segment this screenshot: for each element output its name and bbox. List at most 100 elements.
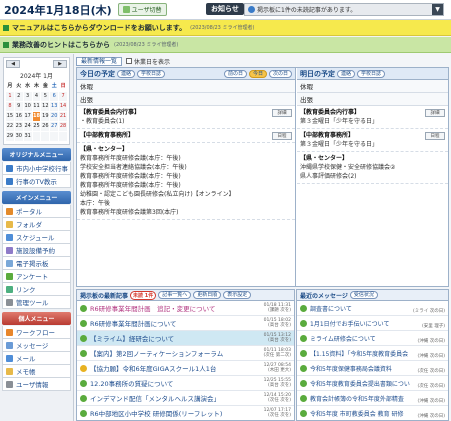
calendar-day[interactable]: 20 xyxy=(50,112,59,121)
message-row[interactable]: 調査書について (ミライ 次の日) xyxy=(297,301,448,316)
calendar-next-button[interactable]: ▶ xyxy=(53,60,67,68)
calendar-day[interactable]: 28 xyxy=(59,122,67,131)
personal-menu-item[interactable]: ユーザ情報 xyxy=(2,378,71,391)
hint-banner-text[interactable]: 業務改善のヒントはこちらから xyxy=(12,40,110,50)
calendar-day[interactable]: 14 xyxy=(59,102,67,111)
calendar-day[interactable]: 11 xyxy=(32,102,41,111)
main-menu-item[interactable]: スケジュール xyxy=(2,231,71,244)
message-title[interactable]: 【1.15資料】「今和5年度教育委員会 xyxy=(310,349,408,358)
calendar-day[interactable]: 6 xyxy=(50,92,59,101)
schedule-event[interactable]: 【教育委員会内行事】 詳細 第３金曜日「少年を守る日」 xyxy=(297,106,448,129)
main-menu-item[interactable]: 施設設備予約 xyxy=(2,244,71,257)
board-post-row[interactable]: 【案内】第2回ノーティケーションフォーラム 01/11 18:03 (次任 第二次… xyxy=(77,346,294,361)
calendar-day[interactable]: 7 xyxy=(59,92,67,101)
event-detail-button[interactable]: 詳細 xyxy=(272,109,292,117)
tab-latest[interactable]: 最新情報一覧 xyxy=(76,56,123,66)
schedule-event[interactable]: 【県・センター】 教育事務所年度研修会議(本庁：午後) 学校安全担当者連絡協議会(本… xyxy=(77,143,295,220)
today-button[interactable]: 今日 xyxy=(248,69,267,78)
board-post-row[interactable]: R6研修事業年間計画について 01/15 18:02 (高台 次を) xyxy=(77,316,294,331)
today-diary-button[interactable]: 学校日誌 xyxy=(137,69,166,78)
board-settings-button[interactable]: 表示設定 xyxy=(223,291,252,299)
message-row[interactable]: 1月1日付でお手伝いについて (安里 理子) xyxy=(297,316,448,331)
message-title[interactable]: 1月1日付でお手伝いについて xyxy=(310,319,389,328)
personal-menu-item[interactable]: メッセージ xyxy=(2,339,71,352)
hint-banner[interactable]: 業務改善のヒントはこちらから (2023/08/23 ミライ管理者) xyxy=(0,37,451,53)
schedule-event[interactable]: 【中部教育事務所】 日程 第３金曜日「少年を守る日」 xyxy=(297,129,448,152)
schedule-event[interactable]: 【県・センター】 沖縄県学校保健・安全研修協議会② 県人事評価研修会(2) xyxy=(297,152,448,184)
message-title[interactable]: 今和5年度保健事務局会議資料 xyxy=(310,364,392,373)
message-row[interactable]: 教育会計帳簿の令和5年度外部精査 (沖縄 次の日) xyxy=(297,391,448,406)
calendar-day[interactable]: 13 xyxy=(50,102,59,111)
message-title[interactable]: 調査書について xyxy=(310,304,352,313)
message-title[interactable]: 令和5年度教育委員会提出書類について xyxy=(310,379,410,388)
board-post-row[interactable]: 【ミライム】経研会について 01/15 13:12 (高台 次を) xyxy=(77,331,294,346)
original-menu-item[interactable]: 市内小中学校行事 xyxy=(2,162,71,175)
calendar-day[interactable]: 31 xyxy=(23,132,32,141)
calendar-prev-button[interactable]: ◀ xyxy=(6,60,20,68)
calendar-day[interactable]: 23 xyxy=(14,122,23,131)
event-detail-button[interactable]: 日程 xyxy=(272,132,292,140)
message-row[interactable]: 令和5年度教育委員会提出書類について (次任 次の日) xyxy=(297,376,448,391)
calendar-day[interactable]: 24 xyxy=(23,122,32,131)
calendar-day[interactable]: 5 xyxy=(41,92,50,101)
unread-badge[interactable]: 未読 1件 xyxy=(130,290,157,300)
board-post-row[interactable]: R6中部地区小中学校 研修関係(リーフレット) 12/07 17:17 (次任 次… xyxy=(77,406,294,420)
main-menu-item[interactable]: リンク xyxy=(2,283,71,296)
original-menu-item[interactable]: 行事のTV教示 xyxy=(2,175,71,188)
calendar-day[interactable]: 22 xyxy=(6,122,14,131)
post-title[interactable]: 【協力願】令和6年度GIGAスクール1人1台 xyxy=(90,363,216,373)
message-row[interactable]: ミライム研修会について (沖縄 次の日) xyxy=(297,331,448,346)
post-title[interactable]: R6研修事業年間計画 追記・変更について xyxy=(90,303,215,313)
notice-select[interactable]: 掲示板に1件の未読記事があります。 ▼ xyxy=(244,3,444,16)
holiday-checkbox[interactable]: 休業日を表示 xyxy=(126,57,170,66)
calendar-day[interactable]: 26 xyxy=(41,122,50,131)
board-list-button[interactable]: 記事一覧へ xyxy=(158,291,192,299)
calendar-day[interactable]: 18 xyxy=(32,112,41,121)
message-title[interactable]: 令和5年度 市町教委員会 教育 研修 xyxy=(310,409,404,418)
tomorrow-diary-button[interactable]: 学校日誌 xyxy=(357,69,386,78)
calendar-day[interactable]: 10 xyxy=(23,102,32,111)
calendar-day[interactable]: 12 xyxy=(41,102,50,111)
event-detail-button[interactable]: 日程 xyxy=(425,132,445,140)
switch-user-button[interactable]: ユーザ切替 xyxy=(117,3,167,16)
message-row[interactable]: 令和5年度 市町教委員会 教育 研修 (沖縄 次の日) xyxy=(297,406,448,420)
board-post-row[interactable]: 12.20事務所の質疑について 12/25 15:55 (高台 次を) xyxy=(77,376,294,391)
personal-menu-item[interactable]: ワークフロー xyxy=(2,326,71,339)
calendar-day[interactable]: 9 xyxy=(14,102,23,111)
message-row[interactable]: 【1.15資料】「今和5年度教育委員会 (沖縄 次の日) xyxy=(297,346,448,361)
board-post-row[interactable]: 【協力願】令和6年度GIGAスクール1人1台 12/27 08:54 (木田 更大… xyxy=(77,361,294,376)
event-detail-button[interactable]: 詳細 xyxy=(425,109,445,117)
manual-banner[interactable]: マニュアルはこちらからダウンロードをお願いします。 (2023/08/23 ミラ… xyxy=(0,20,451,36)
calendar-day[interactable]: 25 xyxy=(32,122,41,131)
main-menu-item[interactable]: フォルダ xyxy=(2,218,71,231)
schedule-event[interactable]: 【教育委員会内行事】 詳細 ・教育委員会(1) xyxy=(77,106,295,129)
calendar-day[interactable]: 19 xyxy=(41,112,50,121)
today-contact-button[interactable]: 連絡 xyxy=(117,69,136,78)
calendar-day[interactable]: 21 xyxy=(59,112,67,121)
messages-status-button[interactable]: 受信状況 xyxy=(349,291,378,299)
personal-menu-item[interactable]: メモ帳 xyxy=(2,365,71,378)
post-title[interactable]: R6研修事業年間計画について xyxy=(90,318,176,328)
calendar-day[interactable]: 1 xyxy=(6,92,14,101)
personal-menu-item[interactable]: メール xyxy=(2,352,71,365)
prev-day-button[interactable]: 前の日 xyxy=(223,69,247,78)
calendar-day[interactable]: 3 xyxy=(23,92,32,101)
manual-banner-text[interactable]: マニュアルはこちらからダウンロードをお願いします。 xyxy=(12,23,186,33)
main-menu-item[interactable]: 管理ツール xyxy=(2,296,71,309)
main-menu-item[interactable]: アンケート xyxy=(2,270,71,283)
calendar-day[interactable]: 27 xyxy=(50,122,59,131)
post-title[interactable]: R6中部地区小中学校 研修関係(リーフレット) xyxy=(90,408,222,418)
post-title[interactable]: 【ミライム】経研会について xyxy=(90,333,174,343)
board-post-row[interactable]: インデマンド配信「メンタルヘルス講演会」 12/14 15:20 (次任 次を) xyxy=(77,391,294,406)
calendar-day[interactable]: 4 xyxy=(32,92,41,101)
main-menu-item[interactable]: 電子掲示板 xyxy=(2,257,71,270)
calendar-day[interactable]: 15 xyxy=(6,112,14,121)
chevron-down-icon[interactable]: ▼ xyxy=(432,4,443,15)
board-sort-button[interactable]: 更新日順 xyxy=(193,291,222,299)
post-title[interactable]: インデマンド配信「メンタルヘルス講演会」 xyxy=(90,393,220,403)
schedule-event[interactable]: 【中部教育事務所】 日程 xyxy=(77,129,295,143)
message-title[interactable]: 教育会計帳簿の令和5年度外部精査 xyxy=(310,394,404,403)
message-title[interactable]: ミライム研修会について xyxy=(310,334,376,343)
calendar-day[interactable]: 8 xyxy=(6,102,14,111)
next-day-button[interactable]: 次の日 xyxy=(268,69,292,78)
